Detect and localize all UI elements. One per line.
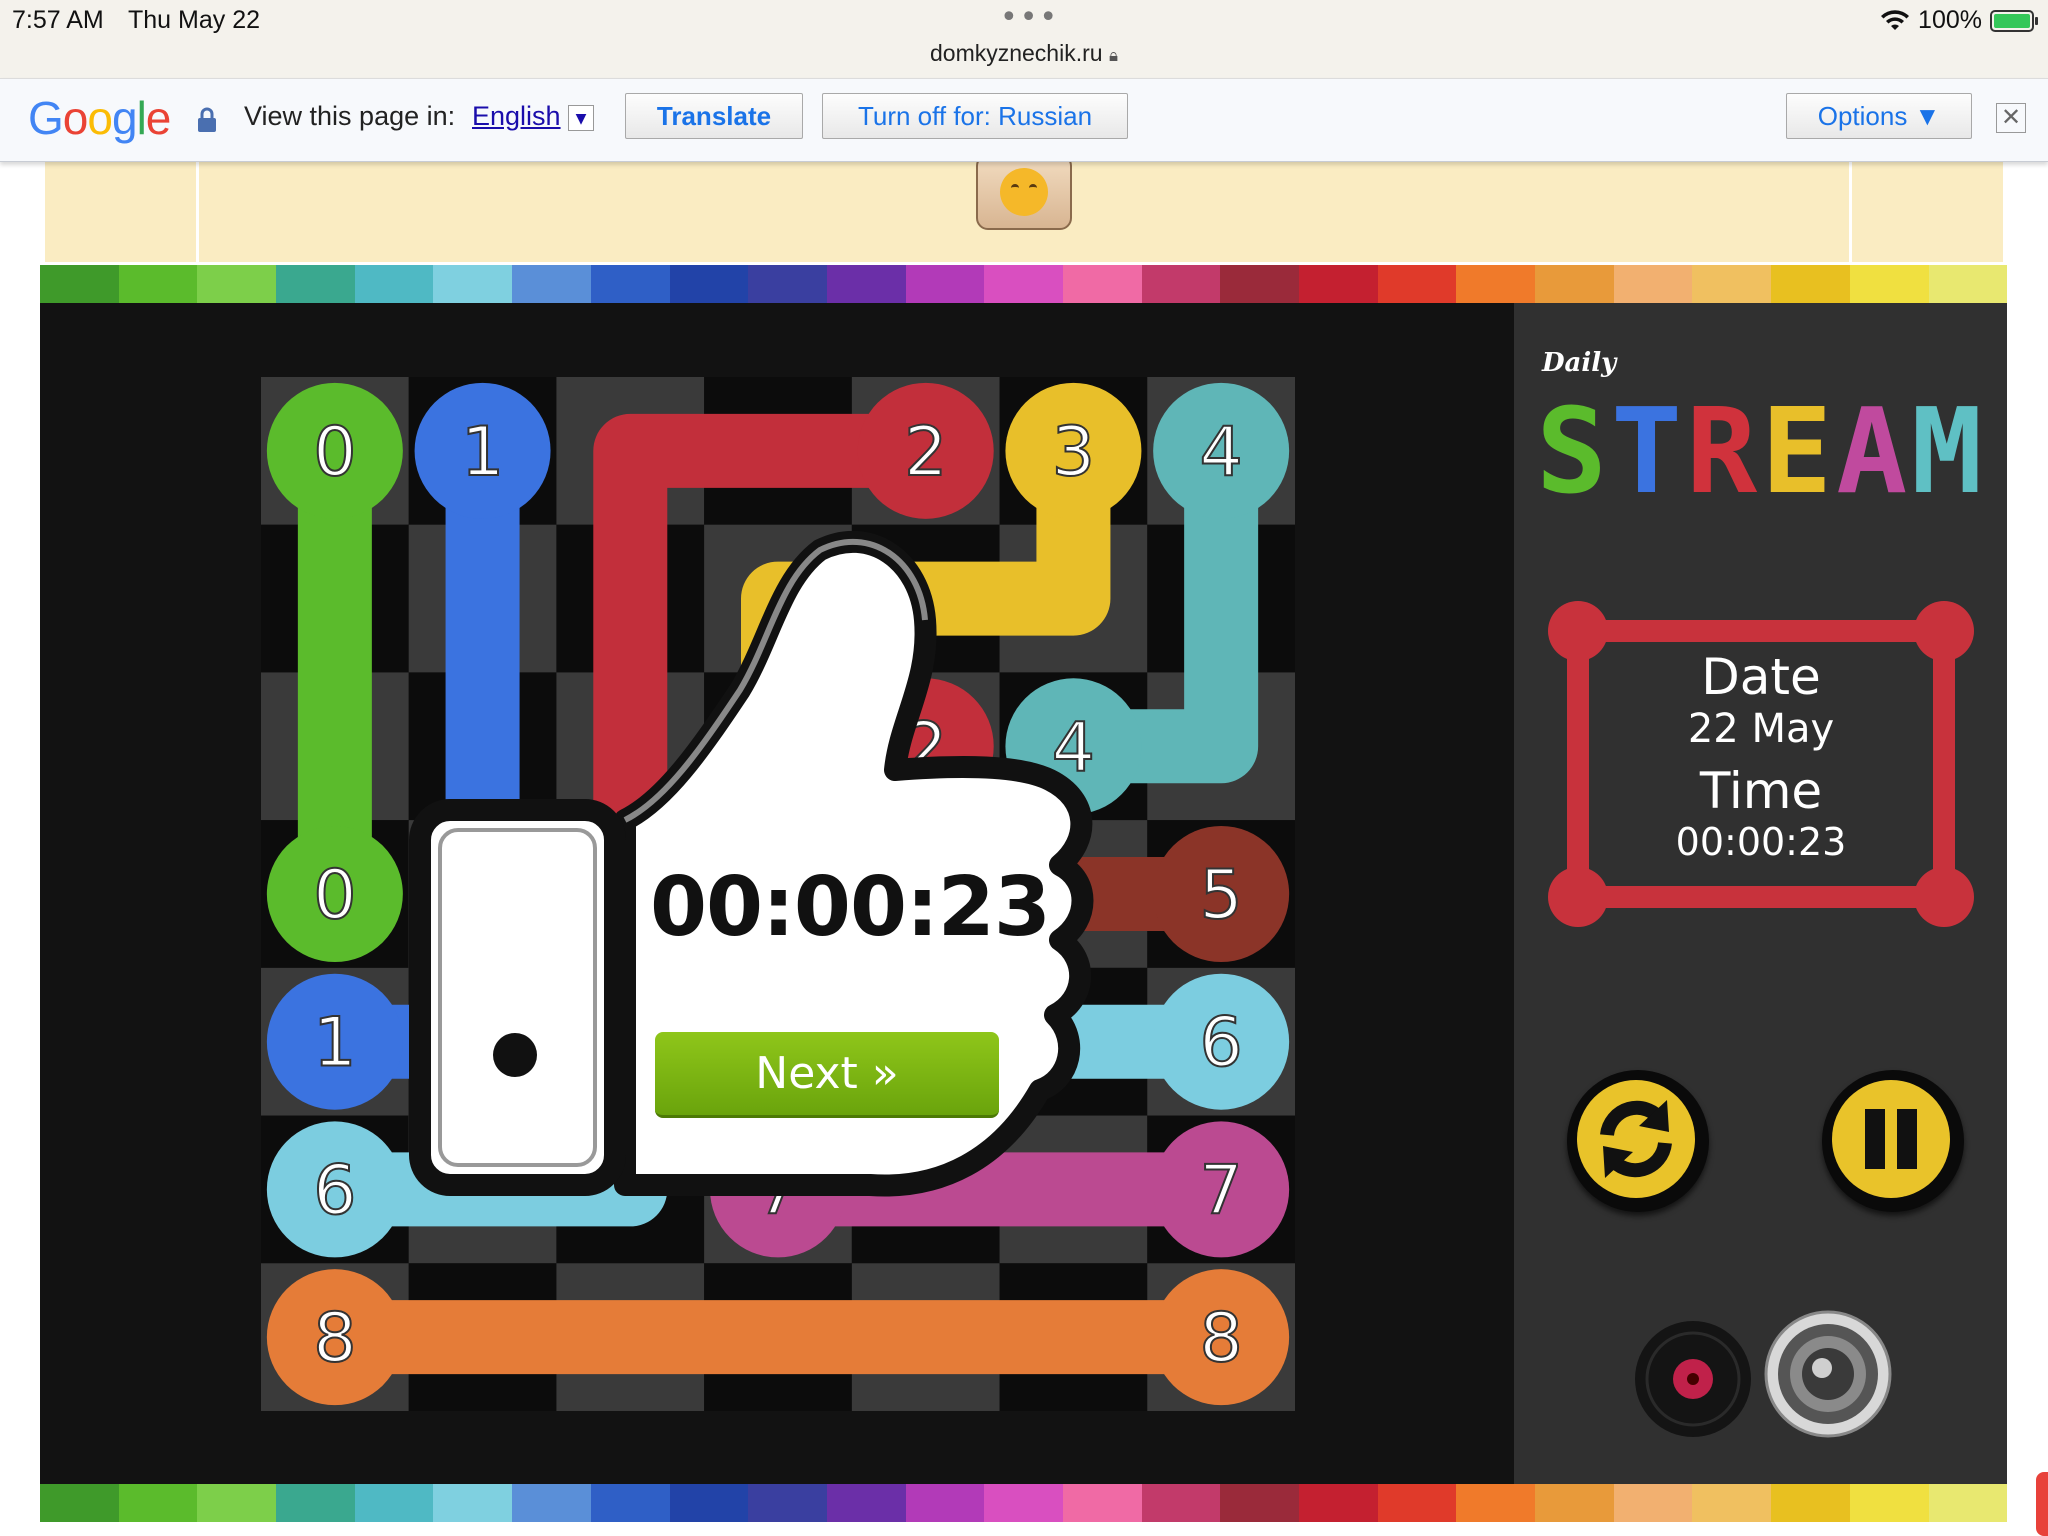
logo-letter: S [1536,382,1612,520]
view-page-label: View this page in: [244,101,456,131]
endpoint-number: 8 [1200,1299,1243,1378]
hugging-face-icon [1000,168,1048,216]
endpoint-dot-3[interactable]: 3 [1005,382,1142,519]
logo-letter: M [1911,382,1987,520]
close-icon[interactable]: ✕ [1996,103,2026,133]
endpoint-dot-4[interactable]: 4 [1153,382,1290,519]
popup-time: 00:00:23 [650,860,1051,955]
translate-button[interactable]: Translate [625,93,803,139]
restart-button[interactable] [1567,1070,1709,1212]
more-dots-icon[interactable]: ••• [1000,0,1059,35]
clock: 7:57 AM [12,6,104,34]
date: Thu May 22 [128,6,261,34]
music-icon[interactable] [1632,1318,1754,1440]
pencil-stripe-bottom [40,1484,2007,1522]
endpoint-number: 7 [1200,1151,1243,1230]
endpoint-dot-1[interactable]: 1 [266,973,403,1110]
endpoint-dot-8[interactable]: 8 [266,1269,403,1406]
endpoint-number: 5 [1200,856,1243,935]
battery-percent: 100% [1918,6,1982,34]
translate-bar: Google View this page in: English ▼ Tran… [0,78,2048,162]
endpoint-dot-2[interactable]: 2 [857,382,994,519]
endpoint-dot-0[interactable]: 0 [266,382,403,519]
endpoint-number: 8 [313,1299,356,1378]
side-tab[interactable] [2036,1472,2048,1536]
battery-icon [1990,9,2038,32]
speaker-icon[interactable] [1764,1310,1892,1438]
status-icons: 100% [1880,6,2038,35]
pencil-stripe-top [40,265,2007,303]
refresh-icon [1600,1100,1672,1178]
endpoint-number: 6 [1200,1004,1243,1083]
google-logo: Google [28,92,171,144]
emoji-button[interactable] [976,154,1072,230]
next-button[interactable]: Next » [655,1032,999,1118]
endpoint-dot-1[interactable]: 1 [414,382,551,519]
cuff-button-icon [493,1033,537,1077]
endpoint-dot-5[interactable]: 5 [1153,826,1290,962]
logo-letter: T [1611,382,1687,520]
pause-icon [1865,1109,1917,1169]
logo-daily: Daily [1542,348,1617,378]
logo-letter: E [1761,382,1837,520]
endpoint-dot-7[interactable]: 7 [1153,1121,1290,1258]
endpoint-number: 1 [313,1004,356,1083]
lock-icon [198,107,216,132]
endpoint-dot-6[interactable]: 6 [266,1121,403,1258]
logo-letter: A [1836,382,1912,520]
turn-off-button[interactable]: Turn off for: Russian [822,93,1128,139]
lock-icon: 🔒︎ [1108,46,1118,65]
time-value: 00:00:23 [1675,820,1847,864]
endpoint-number: 6 [313,1151,356,1230]
divider [1849,160,1852,262]
logo-letter: R [1686,382,1762,520]
endpoint-number: 4 [1200,413,1243,492]
date-value: 22 May [1687,706,1835,752]
endpoint-number: 0 [313,413,356,492]
endpoint-dot-0[interactable]: 0 [266,826,403,962]
endpoint-number: 0 [313,856,356,935]
url-bar[interactable]: domkyznechik.ru 🔒︎ [0,40,2048,67]
wifi-icon [1881,9,1910,30]
status-bar: 7:57 AM Thu May 22 ••• domkyznechik.ru 🔒… [0,0,2048,78]
url-text: domkyznechik.ru [929,40,1103,66]
time-label: Time [1699,762,1823,820]
language-link[interactable]: English [472,101,561,132]
endpoint-number: 2 [904,413,947,492]
endpoint-dot-6[interactable]: 6 [1153,973,1290,1110]
endpoint-number: 1 [461,413,504,492]
logo-stream: STREAM [1536,382,1986,520]
language-dropdown-icon[interactable]: ▼ [568,105,594,131]
pause-button[interactable] [1822,1070,1964,1212]
endpoint-dot-8[interactable]: 8 [1153,1269,1290,1406]
divider [196,160,199,262]
endpoint-number: 3 [1052,413,1095,492]
options-button[interactable]: Options ▼ [1786,93,1972,139]
date-label: Date [1701,648,1821,706]
